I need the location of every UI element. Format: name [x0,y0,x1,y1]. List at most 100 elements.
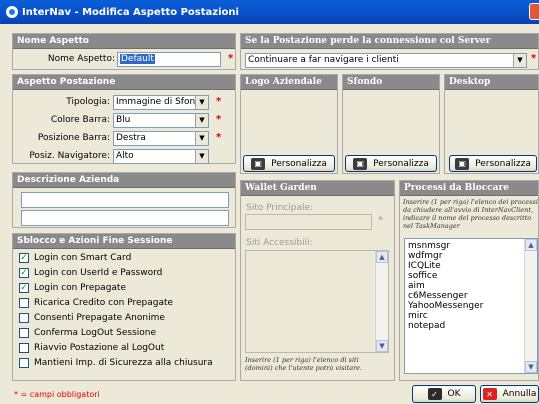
checkbox[interactable] [19,358,29,368]
posizione-barra-select[interactable]: Destra ▼ [113,131,209,146]
list-item: soffice [408,271,438,281]
posiz-navigatore-select[interactable]: Alto ▼ [113,149,209,164]
tipologia-value: Immagine di Sfondo [116,97,207,107]
connessione-header: Se la Postazione perde la connessione co… [241,34,538,49]
scroll-up-icon[interactable]: ▲ [525,239,537,251]
desktop-personalizza-button[interactable]: ▣ Personalizza [449,155,537,172]
wallet-garden-panel: Wallet Garden Sito Principale: * Siti Ac… [240,180,395,381]
check-label: Conferma LogOut Sessione [34,328,157,338]
siti-accessibili-label: Siti Accessibili: [246,238,313,248]
logo-personalizza-label: Personalizza [271,158,327,169]
connessione-select[interactable]: Continuare a far navigare i clienti ▼ [245,53,527,68]
sfondo-personalizza-label: Personalizza [373,158,429,169]
check-icon: ✓ [427,388,442,400]
close-button[interactable] [529,3,539,20]
check-conferma-logout[interactable]: Conferma LogOut Sessione [19,327,156,339]
connessione-panel: Se la Postazione perde la connessione co… [240,33,539,70]
check-label: Consenti Prepagate Anonime [34,313,165,323]
processi-header: Processi da Bloccare [400,181,538,196]
cancel-button[interactable]: ✕ Annulla [480,385,539,403]
scroll-down-icon[interactable]: ▼ [525,361,537,373]
wallet-hint: Inserire (1 per riga) l'elenco di siti (… [245,356,363,372]
colore-barra-value: Blu [116,115,131,125]
processi-hint: Inserire (1 per riga) l'elenco dei proce… [403,198,538,230]
aspetto-postazione-panel: Aspetto Postazione Tipologia: Immagine d… [12,74,236,164]
window-title: InterNav - Modifica Aspetto Postazioni [22,6,239,18]
list-item: msnmsgr [408,241,451,251]
close-icon: ✕ [482,388,497,400]
checkbox[interactable]: ✓ [19,283,29,293]
descrizione-line1-input[interactable] [21,192,229,208]
colore-barra-label: Colore Barra: [50,115,110,125]
image-folder-icon: ▣ [251,157,266,170]
check-login-prepagate[interactable]: ✓ Login con Prepagate [19,282,126,294]
chevron-down-icon[interactable]: ▼ [195,150,208,163]
ok-label: OK [447,389,461,399]
logo-personalizza-button[interactable]: ▣ Personalizza [243,155,335,172]
logo-header: Logo Aziendale [241,75,337,90]
list-item: aim [408,281,425,291]
posizione-barra-value: Destra [116,133,146,143]
colore-barra-select[interactable]: Blu ▼ [113,113,209,128]
check-label: Login con UserId e Password [34,268,163,278]
required-marker: * [216,132,222,143]
processi-textarea[interactable]: msnmsgr wdfmgr ICQLite soffice aim c6Mes… [404,238,538,374]
list-item: notepad [408,321,446,331]
checkbox[interactable] [19,328,29,338]
required-marker: * [216,114,222,125]
image-folder-icon: ▣ [353,157,368,170]
list-item: mirc [408,311,428,321]
scrollbar[interactable]: ▲ ▼ [524,239,537,373]
list-item: ICQLite [408,261,441,271]
image-folder-icon: ▣ [455,157,470,170]
check-label: Mantieni Imp. di Sicurezza alla chiusura [34,358,213,368]
required-marker: * [216,96,222,107]
check-riavvio-postazione[interactable]: Riavvio Postazione al LogOut [19,342,164,354]
checkbox[interactable] [19,343,29,353]
siti-accessibili-textarea[interactable]: ▲ ▼ [245,250,389,353]
checkbox[interactable] [19,298,29,308]
check-label: Ricarica Credito con Prepagate [34,298,174,308]
posiz-navigatore-value: Alto [116,151,134,161]
title-bar: InterNav - Modifica Aspetto Postazioni [0,0,539,24]
chevron-down-icon[interactable]: ▼ [513,54,526,67]
required-marker: * [378,215,384,226]
required-note: * = campi obbligatori [14,390,100,399]
check-prepagate-anonime[interactable]: Consenti Prepagate Anonime [19,312,165,324]
scroll-down-icon[interactable]: ▼ [376,340,388,352]
scrollbar[interactable]: ▲ ▼ [375,251,388,352]
checkbox[interactable]: ✓ [19,253,29,263]
sito-principale-label: Sito Principale: [246,203,314,213]
checkbox[interactable]: ✓ [19,268,29,278]
descrizione-panel: Descrizione Azienda [12,172,236,228]
check-login-smart-card[interactable]: ✓ Login con Smart Card [19,252,131,264]
cancel-label: Annulla [502,389,537,399]
desktop-personalizza-label: Personalizza [475,158,531,169]
ok-button[interactable]: ✓ OK [412,385,476,403]
scroll-up-icon[interactable]: ▲ [376,251,388,263]
descrizione-line2-input[interactable] [21,210,229,226]
list-item: wdfmgr [408,251,443,261]
wallet-header: Wallet Garden [241,181,394,196]
checkbox[interactable] [19,313,29,323]
check-label: Login con Smart Card [34,253,132,263]
list-item: c6Messenger [408,291,468,301]
check-login-userid-password[interactable]: ✓ Login con UserId e Password [19,267,162,279]
required-marker: * [531,53,537,64]
check-label: Riavvio Postazione al LogOut [34,343,165,353]
check-mantieni-sicurezza[interactable]: Mantieni Imp. di Sicurezza alla chiusura [19,357,213,369]
tipologia-select[interactable]: Immagine di Sfondo ▼ [113,95,209,110]
sblocco-header: Sblocco e Azioni Fine Sessione [13,234,235,249]
sito-principale-input[interactable] [245,214,372,230]
check-ricarica-credito[interactable]: Ricarica Credito con Prepagate [19,297,173,309]
sfondo-header: Sfondo [343,75,439,90]
sblocco-panel: Sblocco e Azioni Fine Sessione ✓ Login c… [12,233,236,381]
nome-aspetto-value: Default [120,54,155,64]
chevron-down-icon[interactable]: ▼ [195,132,208,145]
chevron-down-icon[interactable]: ▼ [195,114,208,127]
nome-aspetto-input[interactable]: Default [117,52,221,67]
sfondo-personalizza-button[interactable]: ▣ Personalizza [345,155,437,172]
required-marker: * [228,53,234,64]
tipologia-label: Tipologia: [66,97,110,107]
chevron-down-icon[interactable]: ▼ [195,96,208,109]
